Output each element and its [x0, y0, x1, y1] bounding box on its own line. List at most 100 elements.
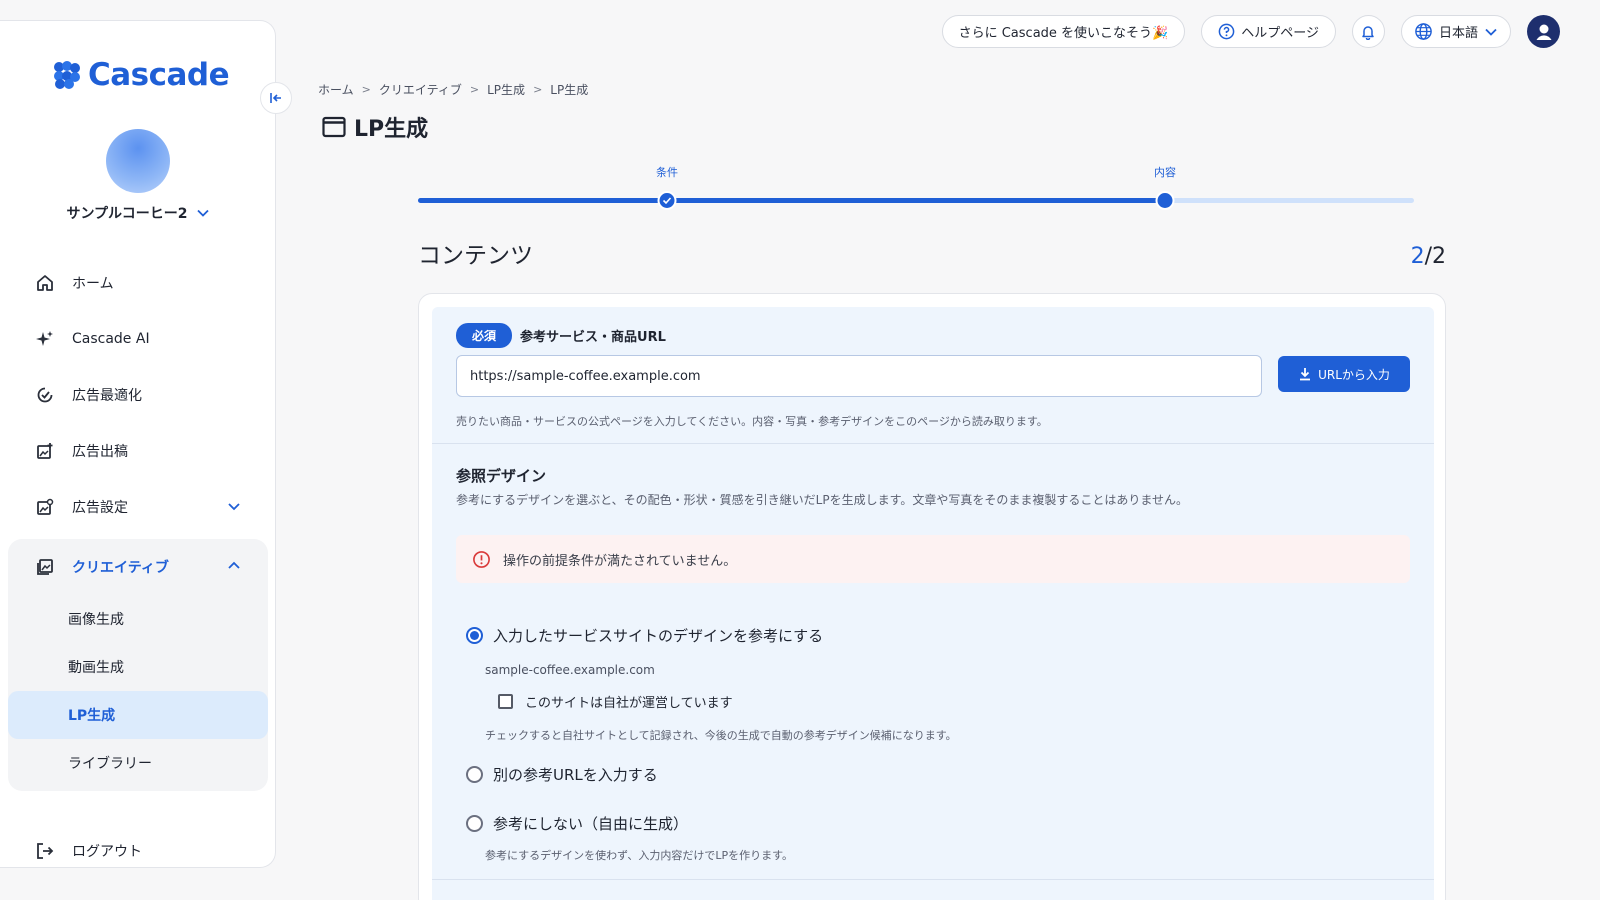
sidebar-subitem-lp-generation[interactable]: LP生成: [8, 691, 268, 739]
chevron-right-icon: >: [361, 83, 371, 96]
sidebar-collapse-button[interactable]: [260, 82, 292, 114]
breadcrumb-item[interactable]: ホーム: [318, 81, 354, 98]
sidebar-item-label: 広告出稿: [72, 444, 128, 460]
form-panel: 必須 参考サービス・商品URL URLから入力 売りたい商品・サービスの公式ペー…: [432, 307, 1434, 900]
sidebar-item-cascade-ai[interactable]: Cascade AI: [8, 311, 268, 367]
required-badge: 必須: [456, 323, 513, 348]
sidebar-item-ad-publish[interactable]: 広告出稿: [8, 423, 268, 479]
no-reference-help: 参考にするデザインを使わず、入力内容だけでLPを作ります。: [485, 849, 793, 862]
section-header: コンテンツ 2/2: [418, 236, 1446, 270]
logout-label: ログアウト: [72, 844, 142, 860]
globe-icon: [1415, 23, 1432, 40]
logout-button[interactable]: ログアウト: [8, 823, 268, 879]
radio-checked[interactable]: [466, 627, 483, 644]
radio-unchecked[interactable]: [466, 815, 483, 832]
option-no-reference[interactable]: 参考にしない（自由に生成）: [466, 813, 688, 834]
chevron-right-icon: >: [469, 83, 480, 96]
top-bar: さらに Cascade を使いこなそう🎉 ヘルプページ 日本語: [941, 15, 1560, 48]
own-site-label: このサイトは自社が運営しています: [525, 696, 733, 711]
step-current: 2: [1410, 244, 1425, 269]
reference-url-input[interactable]: [456, 355, 1262, 397]
chevron-down-icon: [1485, 28, 1497, 36]
promo-label: さらに Cascade を使いこなそう🎉: [958, 26, 1169, 41]
cascade-logo-icon: [54, 61, 80, 89]
sidebar-item-creative[interactable]: クリエイティブ: [8, 539, 268, 595]
sidebar-item-label: ホーム: [72, 276, 114, 292]
error-alert: 操作の前提条件が満たされていません。: [456, 535, 1410, 583]
browser-window-icon: [322, 116, 346, 138]
error-alert-text: 操作の前提条件が満たされていません。: [503, 553, 737, 569]
step-label-conditions: 条件: [656, 166, 678, 179]
step-total: /2: [1424, 244, 1446, 269]
divider: [432, 879, 1434, 880]
progress-stepper: 条件 内容: [418, 164, 1414, 210]
sidebar: Cascade サンプルコーヒー2 ホーム Cascade AI 広告最適化 広…: [0, 20, 276, 868]
step-current-dot[interactable]: [1155, 191, 1175, 210]
user-icon: [1536, 24, 1551, 40]
sidebar-subitem-video-generation[interactable]: 動画生成: [8, 643, 268, 691]
option-other-url[interactable]: 別の参考URLを入力する: [466, 764, 658, 785]
option-label: 参考にしない（自由に生成）: [493, 815, 689, 833]
stepper-fill: [418, 198, 1165, 203]
sidebar-item-label: 広告設定: [72, 500, 128, 516]
sparkle-icon: [34, 328, 56, 350]
reference-design-title: 参照デザイン: [456, 467, 547, 485]
url-help-text: 売りたい商品・サービスの公式ページを入力してください。内容・写真・参考デザインを…: [456, 415, 1048, 428]
collapse-left-icon: [270, 93, 281, 103]
own-site-checkbox-row[interactable]: このサイトは自社が運営しています: [498, 692, 733, 711]
sidebar-nav: ホーム Cascade AI 広告最適化 広告出稿 広告設定 クリエイティブ 画…: [8, 255, 268, 791]
option-use-service-site[interactable]: 入力したサービスサイトのデザインを参考にする: [466, 625, 823, 646]
sidebar-item-home[interactable]: ホーム: [8, 255, 268, 311]
option-label: 別の参考URLを入力する: [493, 766, 658, 784]
content-form-card: 必須 参考サービス・商品URL URLから入力 売りたい商品・サービスの公式ペー…: [418, 293, 1446, 900]
chevron-down-icon: [196, 209, 209, 217]
reference-design-description: 参考にするデザインを選ぶと、その配色・形状・質感を引き継いだLPを生成します。文…: [456, 493, 1189, 507]
url-field-label-row: 必須 参考サービス・商品URL: [456, 323, 666, 348]
help-button[interactable]: ヘルプページ: [1201, 15, 1336, 48]
account-name: サンプルコーヒー2: [66, 206, 188, 222]
option-label: 入力したサービスサイトのデザインを参考にする: [493, 627, 824, 645]
sidebar-subitem-image-generation[interactable]: 画像生成: [8, 595, 268, 643]
page-title: LP生成: [322, 111, 428, 143]
sidebar-subitem-library[interactable]: ライブラリー: [8, 739, 268, 787]
radio-unchecked[interactable]: [466, 766, 483, 783]
breadcrumb-item[interactable]: LP生成: [487, 81, 525, 98]
chevron-up-icon: [228, 561, 240, 569]
notification-button[interactable]: [1351, 15, 1385, 48]
divider: [432, 443, 1434, 444]
step-counter: 2/2: [1411, 244, 1446, 269]
breadcrumb-item[interactable]: クリエイティブ: [379, 81, 462, 98]
sidebar-item-label: クリエイティブ: [72, 560, 169, 576]
own-site-checkbox[interactable]: [498, 694, 513, 709]
breadcrumb: ホーム > クリエイティブ > LP生成 > LP生成: [318, 81, 588, 98]
brand-name: Cascade: [88, 57, 230, 93]
optimize-icon: [34, 384, 56, 406]
ad-settings-icon: [34, 496, 56, 518]
section-title: コンテンツ: [418, 243, 533, 269]
step-label-content: 内容: [1154, 166, 1176, 179]
language-label: 日本語: [1438, 26, 1478, 41]
language-selector[interactable]: 日本語: [1400, 15, 1511, 48]
help-icon: [1218, 23, 1235, 40]
promo-button[interactable]: さらに Cascade を使いこなそう🎉: [941, 15, 1186, 48]
import-from-url-button[interactable]: URLから入力: [1278, 356, 1410, 392]
error-icon: [473, 550, 490, 568]
page-title-text: LP生成: [354, 117, 429, 142]
chevron-right-icon: >: [533, 83, 543, 96]
gallery-icon: [34, 556, 56, 578]
logout-wrapper: ログアウト: [8, 823, 268, 879]
account-avatar: [106, 129, 170, 193]
sidebar-item-ad-settings[interactable]: 広告設定: [8, 479, 268, 535]
import-from-url-label: URLから入力: [1318, 367, 1390, 382]
download-icon: [1300, 368, 1311, 381]
logout-icon: [34, 840, 56, 862]
url-field-label: 参考サービス・商品URL: [520, 330, 666, 345]
breadcrumb-item: LP生成: [550, 83, 589, 97]
step-check-icon[interactable]: [657, 191, 677, 210]
brand-logo[interactable]: Cascade: [52, 57, 230, 93]
home-icon: [34, 272, 56, 294]
service-site-domain: sample-coffee.example.com: [485, 663, 655, 677]
account-switcher[interactable]: サンプルコーヒー2: [0, 203, 276, 223]
sidebar-item-ad-optimization[interactable]: 広告最適化: [8, 367, 268, 423]
user-avatar-button[interactable]: [1527, 15, 1560, 48]
